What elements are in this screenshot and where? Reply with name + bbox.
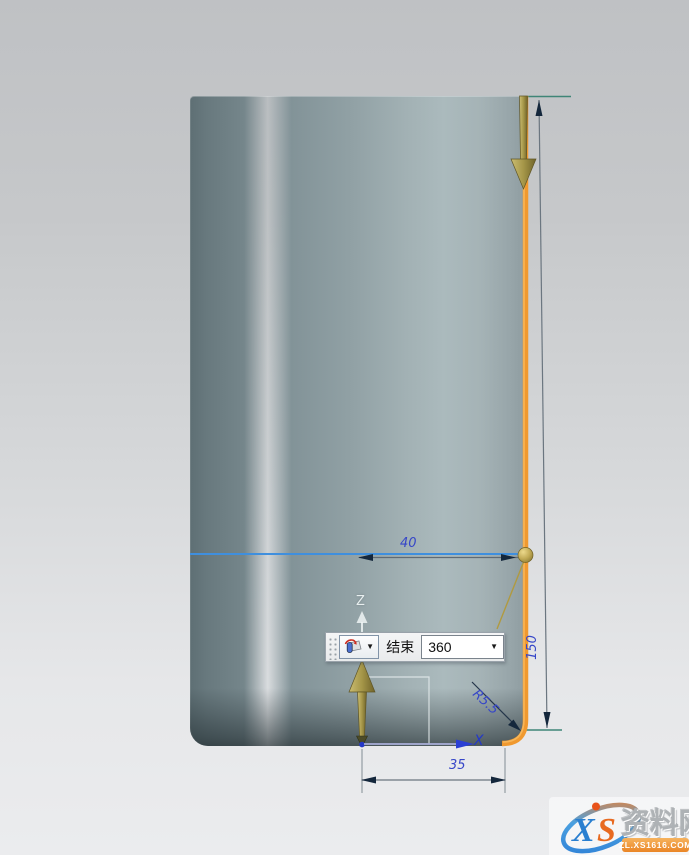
revolve-icon (344, 639, 362, 655)
site-url-bar: ZL.XS1616.COM (622, 838, 689, 852)
combobox-dropdown-arrow-icon[interactable]: ▼ (490, 643, 498, 651)
logo-dot-icon (592, 803, 600, 811)
dimension-label-150[interactable]: 150 (526, 635, 539, 660)
angle-value-combobox[interactable]: 360 ▼ (421, 635, 504, 659)
angle-value[interactable]: 360 (428, 639, 451, 655)
dim-150-bottom-arrow-icon (544, 712, 551, 728)
dim-150-top-arrow-icon (536, 100, 543, 116)
revolve-icon-button[interactable]: ▼ (339, 635, 379, 659)
dim-35-left-arrow-icon (361, 777, 376, 784)
dimension-label-40[interactable]: 40 (400, 537, 417, 550)
dimension-label-35[interactable]: 35 (449, 759, 466, 772)
mini-toolbar: ▼ 结束 360 ▼ (325, 632, 505, 662)
site-name: 资料网 (621, 800, 689, 842)
logo-letter-x: X (571, 812, 596, 849)
x-axis-label: X (474, 733, 484, 749)
icon-dropdown-arrow-icon[interactable]: ▼ (366, 643, 374, 651)
toolbar-grip-handle[interactable] (328, 636, 337, 660)
site-url: ZL.XS1616.COM (619, 840, 689, 850)
dim-35-right-arrow-icon (491, 777, 506, 784)
z-axis-label: Z (356, 594, 365, 609)
watermark-logo: X S 资料网 ZL.XS1616.COM (549, 797, 689, 855)
logo-letter-s: S (597, 812, 616, 849)
viewport-canvas[interactable]: 40 150 35 R5.5 X Z ▼ 结束 360 ▼ (0, 0, 689, 855)
end-limit-label: 结束 (386, 637, 414, 657)
dim-line-150 (539, 100, 547, 728)
